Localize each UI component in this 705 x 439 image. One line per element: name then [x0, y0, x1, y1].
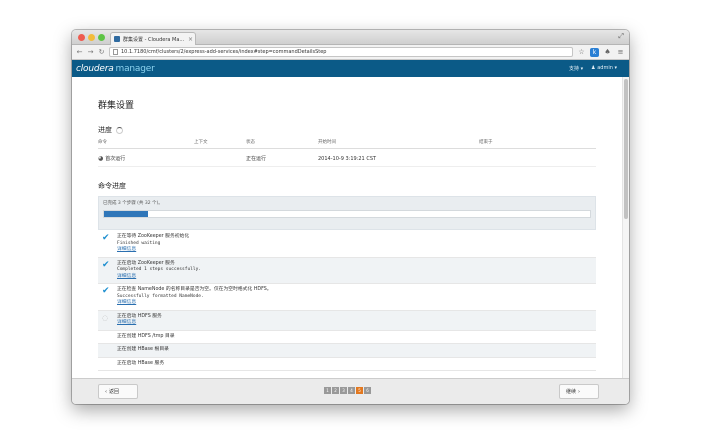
- user-icon: ♟: [591, 65, 596, 71]
- app-navbar: cloudera manager 支持 ▾ ♟ admin ▾: [72, 60, 629, 77]
- bookmark-star-icon[interactable]: ☆: [577, 48, 586, 57]
- details-link[interactable]: 详细信息: [117, 247, 189, 254]
- list-item: 正在启动 HBase 服务: [98, 358, 596, 371]
- back-button[interactable]: ‹ 返回: [98, 384, 138, 399]
- running-command-icon: ◕: [98, 155, 104, 162]
- menu-icon[interactable]: ≡: [616, 48, 625, 57]
- details-link[interactable]: 详细信息: [117, 300, 272, 307]
- address-bar[interactable]: 10.1.7180/cmf/clusters/2/express-add-ser…: [109, 47, 573, 57]
- scrollbar[interactable]: [622, 77, 629, 378]
- support-menu[interactable]: 支持 ▾: [569, 65, 583, 72]
- forward-chevron-icon: ›: [578, 388, 581, 395]
- browser-window: 群集设置 - Cloudera Ma... × ⤢ ← → ↻ 10.1.718…: [72, 30, 629, 404]
- step-title: 正在启动 HBase 服务: [117, 360, 165, 366]
- wizard-footer: ‹ 返回 123456 继续 ›: [72, 378, 629, 404]
- col-status: 状态: [246, 140, 255, 145]
- user-menu[interactable]: ♟ admin ▾: [591, 65, 617, 72]
- step-title: 正在检查 NameNode 的名称目录是否为空。仅在为空时格式化 HDFS。: [117, 287, 272, 292]
- step-list: ✔ 正在等待 ZooKeeper 服务初始化 Finished waiting 详细信…: [98, 231, 596, 371]
- zoom-window-button[interactable]: [98, 34, 105, 41]
- col-start-time: 开始时间: [318, 140, 336, 145]
- tab-close-icon[interactable]: ×: [188, 36, 195, 43]
- list-item: ✔ 正在启动 ZooKeeper 服务 Completed 1 steps succ…: [98, 257, 596, 284]
- step-body: 正在启动 ZooKeeper 服务 Completed 1 steps succe…: [113, 261, 201, 281]
- pager-step-3[interactable]: 3: [340, 387, 347, 394]
- list-item: 正在创建 HDFS /tmp 目录: [98, 331, 596, 344]
- command-progress-heading: 命令进度: [98, 182, 126, 190]
- step-title: 正在创建 HBase 根目录: [117, 347, 169, 352]
- main-content: 群集设置 进度 命令 上下文 状态 开始时间 结束于 ◕ 首次运行 正在运行 20…: [72, 77, 622, 378]
- extension-icon[interactable]: k: [590, 47, 599, 57]
- step-body: 正在启动 HBase 服务: [113, 361, 164, 368]
- checkmark-icon: ✔: [102, 259, 110, 270]
- step-title: 正在创建 HDFS /tmp 目录: [117, 333, 175, 339]
- step-body: 正在检查 NameNode 的名称目录是否为空。仅在为空时格式化 HDFS。 Su…: [113, 287, 272, 307]
- col-context: 上下文: [194, 140, 208, 145]
- tab-title: 群集设置 - Cloudera Ma...: [123, 36, 185, 43]
- details-link[interactable]: 详细信息: [117, 320, 162, 327]
- pager-step-5[interactable]: 5: [356, 387, 363, 394]
- step-body: 正在启动 HDFS 服务 详细信息: [113, 314, 162, 327]
- spinner-icon: ◌: [102, 313, 109, 322]
- pager-step-1[interactable]: 1: [324, 387, 331, 394]
- step-body: 正在等待 ZooKeeper 服务初始化 Finished waiting 详细信息: [113, 234, 189, 254]
- forward-arrow-icon[interactable]: →: [87, 48, 94, 56]
- progress-bar: [103, 210, 591, 218]
- progress-text: 已完成 3 个步骤 (共 32 个)。: [103, 201, 163, 206]
- loading-spinner-icon: [116, 126, 123, 134]
- pager-step-4[interactable]: 4: [348, 387, 355, 394]
- url-text: 10.1.7180/cmf/clusters/2/express-add-ser…: [121, 49, 327, 55]
- step-pager: 123456: [324, 387, 371, 394]
- col-command: 命令: [98, 140, 107, 145]
- progress-heading: 进度: [98, 125, 596, 135]
- list-item: 正在创建 HBase 根目录: [98, 344, 596, 358]
- pager-step-2[interactable]: 2: [332, 387, 339, 394]
- page-icon: [113, 49, 118, 55]
- list-item: ◌ 正在启动 HDFS 服务 详细信息: [98, 310, 596, 331]
- fullscreen-icon[interactable]: ⤢: [618, 32, 624, 41]
- details-link[interactable]: 详细信息: [117, 274, 201, 281]
- step-title: 正在等待 ZooKeeper 服务初始化: [117, 234, 190, 239]
- minimize-window-button[interactable]: [88, 34, 95, 41]
- continue-button[interactable]: 继续 ›: [559, 384, 599, 399]
- back-chevron-icon: ‹: [105, 388, 107, 395]
- step-body: 正在创建 HBase 根目录: [113, 347, 169, 354]
- list-item: ✔ 正在等待 ZooKeeper 服务初始化 Finished waiting 详细信…: [98, 231, 596, 258]
- progress-panel: 已完成 3 个步骤 (共 32 个)。: [98, 196, 596, 230]
- reload-icon[interactable]: ↻: [98, 48, 105, 56]
- pager-step-6[interactable]: 6: [364, 387, 371, 394]
- back-arrow-icon[interactable]: ←: [76, 48, 83, 56]
- title-bar: 群集设置 - Cloudera Ma... × ⤢: [72, 30, 629, 45]
- cloudera-logo[interactable]: cloudera manager: [76, 64, 155, 74]
- col-end-time: 结束于: [479, 140, 493, 145]
- command-cell: ◕ 首次运行: [98, 155, 126, 162]
- command-table-header: 命令 上下文 状态 开始时间 结束于: [98, 137, 596, 149]
- browser-toolbar: ← → ↻ 10.1.7180/cmf/clusters/2/express-a…: [72, 45, 629, 60]
- start-time-cell: 2014-10-9 3:19:21 CST: [318, 155, 377, 162]
- cloudera-favicon-icon: [114, 36, 120, 42]
- extension-puzzle-icon[interactable]: ♠: [603, 48, 612, 57]
- step-detail: Completed 1 steps successfully.: [117, 267, 201, 272]
- table-row: ◕ 首次运行 正在运行 2014-10-9 3:19:21 CST: [98, 149, 596, 167]
- browser-tab[interactable]: 群集设置 - Cloudera Ma... ×: [110, 32, 196, 45]
- checkmark-icon: ✔: [102, 233, 110, 243]
- status-cell: 正在运行: [246, 156, 267, 162]
- checkmark-icon: ✔: [102, 286, 110, 296]
- page-title: 群集设置: [98, 101, 135, 111]
- list-item: ✔ 正在检查 NameNode 的名称目录是否为空。仅在为空时格式化 HDFS。 S…: [98, 284, 596, 311]
- step-body: 正在创建 HDFS /tmp 目录: [113, 334, 175, 341]
- close-window-button[interactable]: [78, 34, 85, 41]
- scrollbar-thumb[interactable]: [624, 79, 628, 219]
- progress-bar-fill: [104, 211, 148, 217]
